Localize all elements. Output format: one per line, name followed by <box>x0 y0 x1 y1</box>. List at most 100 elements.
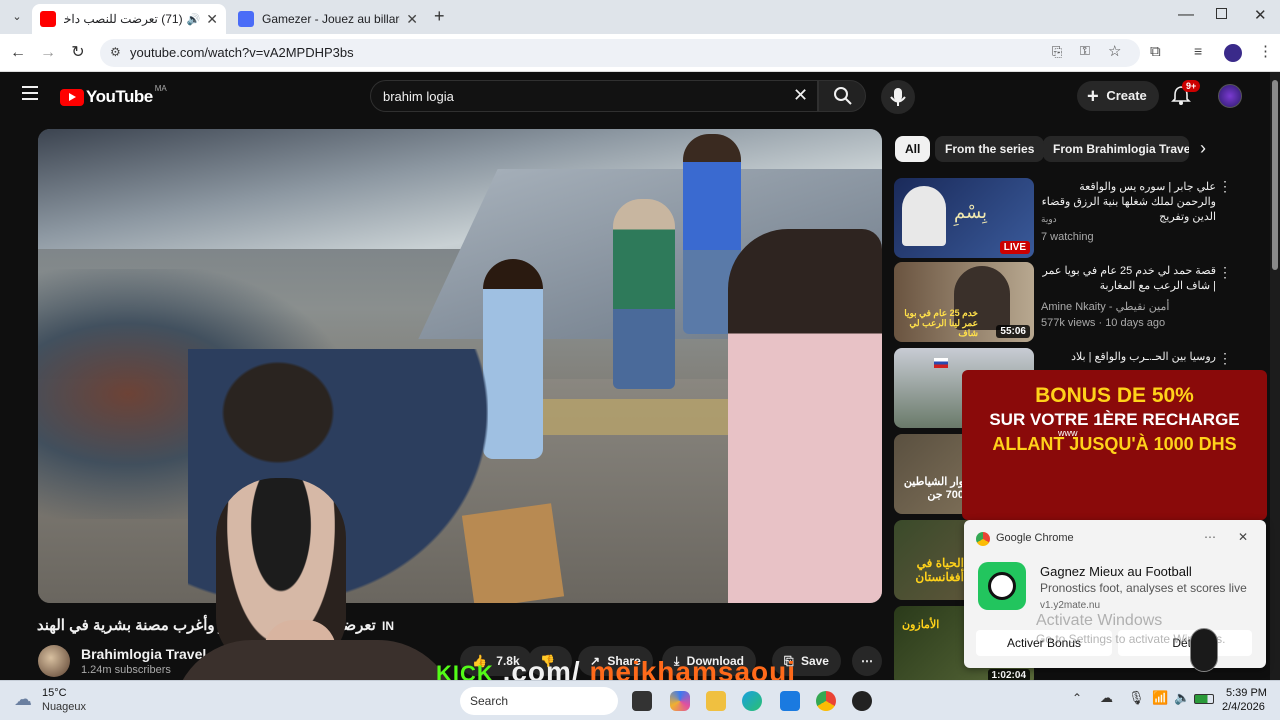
woman-blue-dress <box>483 259 543 459</box>
microphone-tray-icon[interactable]: 🎙 <box>1128 690 1145 706</box>
weather-condition: Nuageux <box>42 701 87 713</box>
video-player[interactable] <box>38 129 882 603</box>
new-tab-button[interactable]: + <box>434 6 452 26</box>
rec-title[interactable]: روسيا بين الحـ.ـرب والواقع | بلاد <box>1040 350 1216 365</box>
back-icon[interactable]: ← <box>8 43 28 63</box>
task-view-icon[interactable] <box>632 691 652 711</box>
network-tray-icon[interactable]: ☁ <box>1100 690 1113 706</box>
rec-menu-icon[interactable]: ⋮ <box>1218 350 1232 367</box>
notification-close-icon[interactable]: ✕ <box>1238 530 1248 544</box>
weather-temp: 15°C <box>42 687 67 699</box>
notifications-button[interactable]: 9+ <box>1170 80 1201 108</box>
chips-next-icon[interactable]: › <box>1200 138 1206 159</box>
chrome-logo-icon <box>976 532 990 546</box>
speaker-icon: 🔊 <box>186 13 201 26</box>
password-key-icon[interactable]: ⚿ <box>1080 43 1090 59</box>
chrome-menu-icon[interactable]: ⋮ <box>1258 42 1273 60</box>
plus-icon: + <box>1087 85 1099 108</box>
tab-list-dropdown-icon[interactable]: ⌄ <box>8 8 26 26</box>
media-controls-icon[interactable]: ≡ <box>1194 43 1202 59</box>
clock-date[interactable]: 2/4/2026 <box>1222 701 1265 713</box>
promo-ad-banner[interactable]: BONUS DE 50% SUR VOTRE 1ÈRE RECHARGE www… <box>962 370 1267 520</box>
close-window-icon[interactable]: ✕ <box>1254 6 1267 24</box>
clear-search-icon[interactable]: ✕ <box>793 85 808 106</box>
chrome-taskbar-icon[interactable] <box>816 691 836 711</box>
volume-icon[interactable]: 🔈 <box>1174 690 1190 706</box>
search-input[interactable]: brahim logia <box>383 89 454 104</box>
rec-menu-icon[interactable]: ⋮ <box>1218 264 1232 281</box>
create-button[interactable]: + Create <box>1077 81 1159 111</box>
store-icon[interactable] <box>780 691 800 711</box>
rec-title[interactable]: قصة حمد لي خدم 25 عام في بويا عمر | شاف … <box>1040 264 1216 294</box>
extensions-icon[interactable]: ⧉ <box>1150 43 1161 60</box>
forward-icon[interactable]: → <box>38 43 58 63</box>
region-code: MA <box>154 83 167 93</box>
voice-search-button[interactable] <box>881 80 915 114</box>
activate-windows-title: Activate Windows <box>1036 612 1163 629</box>
close-tab-icon[interactable]: ✕ <box>206 11 218 28</box>
rec-meta: 577k views · 10 days ago <box>1041 317 1166 329</box>
live-badge: LIVE <box>999 241 1030 254</box>
thumb-caption: خدم 25 عام في بويا عمر لينا الرعب لي شاف <box>904 308 978 338</box>
duration-badge: 55:06 <box>996 325 1030 338</box>
rec-title[interactable]: علي جابر | سوره يس والواقعة والرحمن لملك… <box>1040 180 1216 225</box>
promo-line-3: ALLANT JUSQU'À 1000 DHS <box>992 434 1237 454</box>
obs-icon[interactable] <box>852 691 872 711</box>
rec-thumbnail[interactable]: بِسْمِ LIVE <box>894 178 1034 258</box>
rec-channel[interactable]: دوية <box>1041 214 1057 225</box>
profile-avatar[interactable] <box>1224 44 1242 62</box>
battery-icon[interactable] <box>1194 694 1214 704</box>
tray-overflow-icon[interactable]: ⌃ <box>1072 691 1082 705</box>
site-info-icon[interactable]: ⚙ <box>110 45 121 59</box>
tab-gamezer[interactable]: Gamezer - Jouez au billard, aux ✕ <box>230 4 426 34</box>
taskbar-search-box[interactable]: Search <box>460 687 618 715</box>
more-actions-button[interactable]: ⋯ <box>852 646 882 676</box>
chip-all[interactable]: All <box>895 136 931 162</box>
notification-more-icon[interactable]: ⋯ <box>1204 530 1216 544</box>
address-bar[interactable]: ⚙ youtube.com/watch?v=vA2MPDHP3bs ⎘ ⚿ ☆ <box>100 39 1140 67</box>
chip-from-the-series[interactable]: From the series <box>935 136 1045 162</box>
notification-count-badge: 9+ <box>1182 80 1201 92</box>
search-icon <box>834 87 852 105</box>
cardboard-box <box>461 503 565 603</box>
close-tab-icon[interactable]: ✕ <box>406 11 418 28</box>
browser-toolbar: ← → ↻ ⚙ youtube.com/watch?v=vA2MPDHP3bs … <box>0 34 1280 72</box>
reload-icon[interactable]: ↻ <box>68 43 88 63</box>
clock-time[interactable]: 5:39 PM <box>1226 687 1267 699</box>
rec-thumbnail[interactable]: خدم 25 عام في بويا عمر لينا الرعب لي شاف… <box>894 262 1034 342</box>
streamer-logo <box>1190 628 1218 672</box>
chip-from-brahimlogia[interactable]: From Brahimlogia Travels <box>1043 136 1189 162</box>
save-label: Save <box>800 654 829 668</box>
man-green-shirt <box>613 199 675 389</box>
notification-body: Pronostics foot, analyses et scores live <box>1040 581 1247 595</box>
microphone-icon <box>890 88 906 106</box>
bookmark-star-icon[interactable]: ☆ <box>1108 42 1121 60</box>
thumb-caption: الحياة في أفغانستان <box>915 556 964 584</box>
copilot-icon[interactable] <box>670 691 690 711</box>
hamburger-menu-icon[interactable] <box>22 86 38 100</box>
youtube-logo[interactable]: YouTube MA <box>60 83 167 108</box>
minimize-icon[interactable]: — <box>1178 6 1194 24</box>
search-button[interactable] <box>818 80 866 112</box>
rec-menu-icon[interactable]: ⋮ <box>1218 178 1232 195</box>
create-label: Create <box>1106 88 1147 103</box>
account-avatar[interactable] <box>1218 84 1242 108</box>
scrollbar-thumb[interactable] <box>1272 80 1278 270</box>
wifi-icon[interactable]: 📶 <box>1152 690 1168 706</box>
edge-icon[interactable] <box>742 691 762 711</box>
channel-avatar[interactable] <box>38 645 70 677</box>
tab-title: Gamezer - Jouez au billard, aux <box>262 12 400 26</box>
duration-badge: 1:02:04 <box>987 669 1030 680</box>
more-horizontal-icon: ⋯ <box>861 654 873 668</box>
rec-channel[interactable]: Amine Nkaity - أمين نقيطي <box>1041 300 1169 313</box>
notification-site: v1.y2mate.nu <box>1040 600 1101 611</box>
file-explorer-icon[interactable] <box>706 691 726 711</box>
soccer-ball-icon <box>978 562 1026 610</box>
promo-line-1: BONUS DE 50% <box>1035 384 1194 407</box>
notification-title: Gagnez Mieux au Football <box>1040 564 1192 579</box>
search-box[interactable]: brahim logia ✕ <box>370 80 818 112</box>
maximize-icon[interactable] <box>1216 8 1227 19</box>
tab-youtube[interactable]: (71) تعرضت للنصب داخل أكبر 🔊 ✕ <box>32 4 226 34</box>
thumb-caption: وار الشياطين 700 جن <box>903 476 964 501</box>
install-app-icon[interactable]: ⎘ <box>1052 44 1062 60</box>
